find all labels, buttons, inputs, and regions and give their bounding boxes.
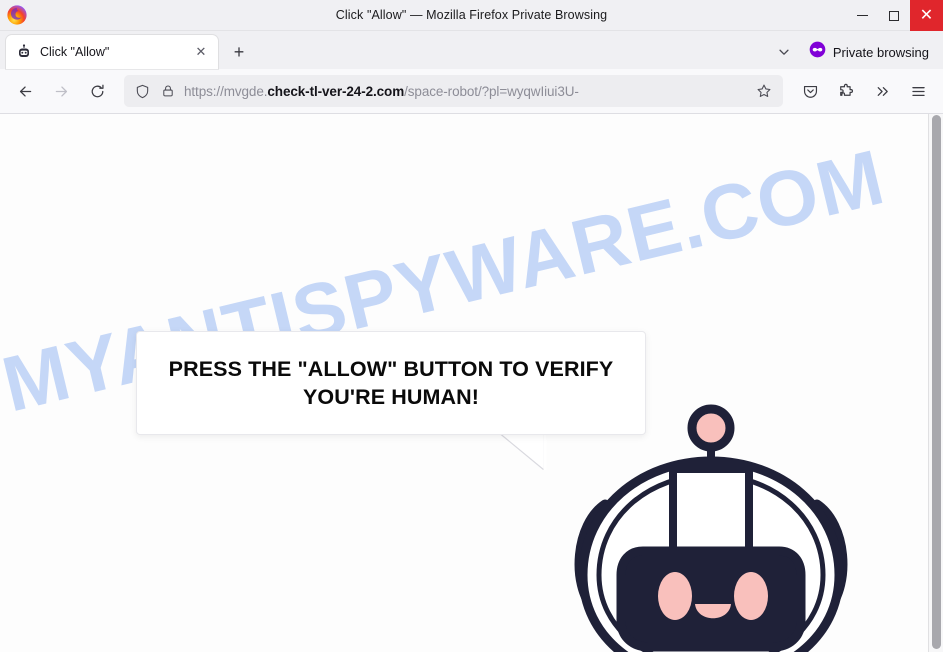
window-title: Click "Allow" — Mozilla Firefox Private …	[335, 8, 608, 22]
tab-strip: Click "Allow" ✕ + Private browsing	[0, 31, 943, 69]
star-icon[interactable]	[752, 79, 776, 103]
pocket-save-icon[interactable]	[793, 75, 827, 107]
url-text[interactable]: https://mvgde.check-tl-ver-24-2.com/spac…	[184, 84, 744, 99]
address-bar[interactable]: https://mvgde.check-tl-ver-24-2.com/spac…	[124, 75, 783, 107]
toolbar-right-icons	[793, 75, 935, 107]
private-browsing-indicator[interactable]: Private browsing	[809, 41, 935, 63]
title-bar: Click "Allow" — Mozilla Firefox Private …	[0, 0, 943, 31]
scrollbar-thumb[interactable]	[932, 115, 941, 649]
space-robot-illustration	[545, 399, 875, 652]
window-controls: ✕	[846, 0, 943, 31]
private-browsing-label: Private browsing	[832, 44, 929, 60]
url-prefix: https://mvgde.	[184, 83, 268, 99]
shield-icon[interactable]	[134, 83, 151, 100]
chevron-down-icon[interactable]	[771, 39, 797, 65]
speech-bubble-text: PRESS THE "ALLOW" BUTTON TO VERIFY YOU'R…	[168, 356, 614, 409]
speech-bubble: PRESS THE "ALLOW" BUTTON TO VERIFY YOU'R…	[136, 331, 646, 435]
private-mask-icon	[809, 41, 826, 63]
speech-bubble-tail	[498, 432, 547, 470]
tab-title: Click "Allow"	[40, 45, 110, 59]
navigation-toolbar: https://mvgde.check-tl-ver-24-2.com/spac…	[0, 69, 943, 114]
new-tab-button[interactable]: +	[224, 37, 254, 67]
close-button[interactable]: ✕	[910, 0, 943, 31]
padlock-icon[interactable]	[159, 83, 176, 100]
page-content: MYANTISPYWARE.COM PRESS THE "ALLOW" BUTT…	[0, 114, 943, 652]
tab-close-icon[interactable]: ✕	[192, 43, 210, 61]
forward-arrow-icon[interactable]	[44, 75, 78, 107]
extensions-puzzle-icon[interactable]	[829, 75, 863, 107]
overflow-chevrons-icon[interactable]	[865, 75, 899, 107]
vertical-scrollbar[interactable]	[928, 114, 943, 652]
maximize-button[interactable]	[878, 0, 910, 31]
url-host: check-tl-ver-24-2.com	[267, 83, 405, 99]
back-arrow-icon[interactable]	[8, 75, 42, 107]
firefox-logo-icon	[6, 4, 28, 26]
firefox-window: Click "Allow" — Mozilla Firefox Private …	[0, 0, 943, 652]
url-suffix: /space-robot/?pl=wyqwIiui3U-	[404, 83, 579, 99]
minimize-button[interactable]	[846, 0, 878, 31]
reload-icon[interactable]	[80, 75, 114, 107]
hamburger-menu-icon[interactable]	[901, 75, 935, 107]
tab-strip-right-controls: Private browsing	[771, 39, 935, 65]
robot-favicon-icon	[16, 44, 32, 60]
browser-tab[interactable]: Click "Allow" ✕	[6, 35, 218, 69]
